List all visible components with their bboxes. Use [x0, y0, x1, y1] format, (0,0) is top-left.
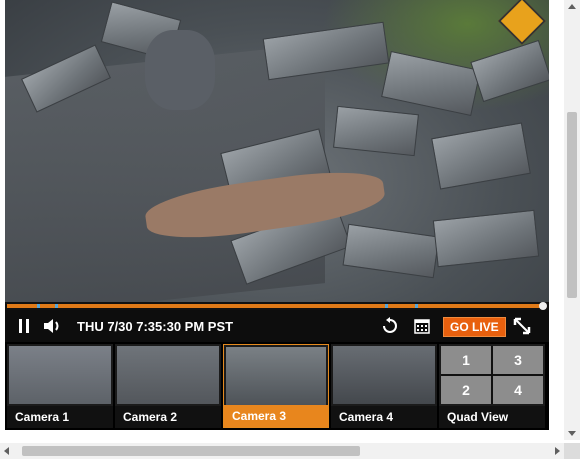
warning-sign [497, 0, 547, 46]
rock [333, 105, 419, 157]
progress-bar[interactable] [5, 302, 549, 310]
video-feed[interactable] [5, 0, 549, 302]
camera-4-tile[interactable]: Camera 4 [331, 344, 437, 428]
rock [470, 39, 549, 103]
volume-icon[interactable] [41, 310, 65, 342]
camera-2-tile[interactable]: Camera 2 [115, 344, 221, 428]
camera-thumbnail [333, 346, 435, 404]
control-bar: THU 7/30 7:35:30 PM PST GO LIVE [5, 310, 549, 342]
scrollbar-corner [564, 443, 580, 459]
quad-cell: 1 [441, 346, 491, 374]
rock [342, 223, 440, 279]
scroll-left-icon[interactable] [4, 447, 9, 455]
marker [385, 304, 388, 308]
rock [262, 21, 390, 81]
progress-knob[interactable] [539, 302, 547, 310]
quad-cell: 2 [441, 376, 491, 404]
camera-thumbnail [9, 346, 111, 404]
go-live-button[interactable]: GO LIVE [443, 317, 506, 337]
marker [37, 304, 40, 308]
camera-label: Camera 4 [331, 406, 437, 428]
scroll-thumb[interactable] [567, 112, 577, 298]
quad-view-tile[interactable]: 1 3 2 4 Quad View [439, 344, 545, 428]
horizontal-scrollbar[interactable] [0, 443, 564, 459]
quad-cell: 4 [493, 376, 543, 404]
marker [415, 304, 418, 308]
scroll-up-icon[interactable] [568, 4, 576, 9]
fullscreen-icon[interactable] [509, 310, 535, 342]
camera-label: Camera 2 [115, 406, 221, 428]
camera-label: Camera 1 [7, 406, 113, 428]
progress-track [7, 304, 543, 308]
person-sitting [145, 30, 215, 110]
video-player: THU 7/30 7:35:30 PM PST GO LIVE Camera 1… [5, 0, 549, 430]
calendar-icon[interactable] [411, 310, 433, 342]
camera-thumbnail [117, 346, 219, 404]
marker [55, 304, 58, 308]
timestamp: THU 7/30 7:35:30 PM PST [77, 318, 234, 334]
quad-grid: 1 3 2 4 [441, 346, 543, 404]
scroll-right-icon[interactable] [555, 447, 560, 455]
pause-icon[interactable] [15, 310, 33, 342]
camera-label: Quad View [439, 406, 545, 428]
rock [432, 209, 540, 268]
scroll-thumb[interactable] [22, 446, 360, 456]
camera-label: Camera 3 [224, 405, 328, 427]
camera-3-tile[interactable]: Camera 3 [223, 344, 329, 428]
replay-icon[interactable] [379, 310, 401, 342]
quad-cell: 3 [493, 346, 543, 374]
camera-strip: Camera 1 Camera 2 Camera 3 Camera 4 1 3 … [5, 344, 549, 428]
rock [381, 50, 481, 117]
camera-thumbnail [226, 347, 326, 405]
rock [431, 122, 531, 190]
camera-1-tile[interactable]: Camera 1 [7, 344, 113, 428]
vertical-scrollbar[interactable] [564, 0, 580, 440]
scroll-down-icon[interactable] [568, 431, 576, 436]
